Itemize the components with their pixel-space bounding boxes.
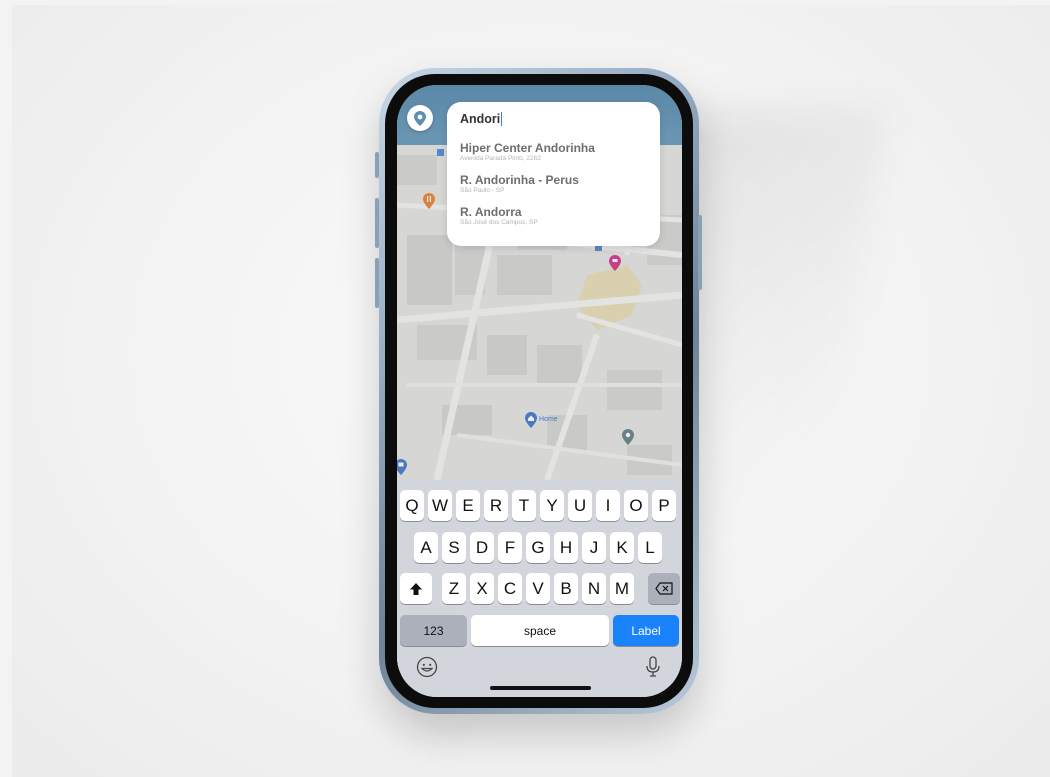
result-subtitle: São Paulo - SP	[460, 187, 505, 194]
key-j[interactable]: J	[582, 532, 606, 563]
key-o[interactable]: O	[624, 490, 648, 521]
key-z[interactable]: Z	[442, 573, 466, 604]
key-l[interactable]: L	[638, 532, 662, 563]
dictation-button[interactable]	[645, 656, 661, 678]
key-y[interactable]: Y	[540, 490, 564, 521]
key-a[interactable]: A	[414, 532, 438, 563]
key-m[interactable]: M	[610, 573, 634, 604]
result-title: Hiper Center Andorinha	[460, 141, 595, 155]
volume-down-button	[375, 258, 379, 308]
result-subtitle: Avenida Parada Pinto, 2262	[460, 155, 541, 162]
key-g[interactable]: G	[526, 532, 550, 563]
key-t[interactable]: T	[512, 490, 536, 521]
backspace-icon	[655, 582, 673, 595]
key-p[interactable]: P	[652, 490, 676, 521]
key-u[interactable]: U	[568, 490, 592, 521]
emoji-button[interactable]	[416, 656, 438, 678]
mute-switch	[375, 152, 379, 178]
microphone-icon	[646, 656, 660, 677]
key-i[interactable]: I	[596, 490, 620, 521]
shift-key[interactable]	[400, 573, 432, 604]
shift-arrow-icon	[410, 582, 422, 595]
phone-screen: Home Andori Hiper Center Andorinha Aveni…	[397, 85, 682, 697]
action-key[interactable]: Label	[613, 615, 679, 646]
key-k[interactable]: K	[610, 532, 634, 563]
result-title: R. Andorra	[460, 205, 522, 219]
key-v[interactable]: V	[526, 573, 550, 604]
key-w[interactable]: W	[428, 490, 452, 521]
key-n[interactable]: N	[582, 573, 606, 604]
numbers-key[interactable]: 123	[400, 615, 467, 646]
space-key[interactable]: space	[471, 615, 609, 646]
key-r[interactable]: R	[484, 490, 508, 521]
search-card: Andori Hiper Center Andorinha Avenida Pa…	[447, 102, 660, 246]
key-e[interactable]: E	[456, 490, 480, 521]
key-x[interactable]: X	[470, 573, 494, 604]
key-s[interactable]: S	[442, 532, 466, 563]
text-caret	[501, 112, 503, 126]
search-query: Andori	[460, 112, 501, 126]
search-result-item[interactable]: Hiper Center Andorinha Avenida Parada Pi…	[460, 141, 647, 163]
backspace-key[interactable]	[648, 573, 680, 604]
volume-up-button	[375, 198, 379, 248]
home-indicator[interactable]	[490, 686, 591, 690]
search-input[interactable]: Andori	[460, 110, 647, 128]
key-q[interactable]: Q	[400, 490, 424, 521]
key-b[interactable]: B	[554, 573, 578, 604]
search-result-item[interactable]: R. Andorra São José dos Campos, SP	[460, 205, 647, 227]
key-f[interactable]: F	[498, 532, 522, 563]
key-d[interactable]: D	[470, 532, 494, 563]
key-h[interactable]: H	[554, 532, 578, 563]
location-button[interactable]	[407, 105, 433, 131]
search-result-item[interactable]: R. Andorinha - Perus São Paulo - SP	[460, 173, 647, 195]
power-button	[698, 215, 702, 290]
result-title: R. Andorinha - Perus	[460, 173, 579, 187]
result-subtitle: São José dos Campos, SP	[460, 219, 538, 226]
key-c[interactable]: C	[498, 573, 522, 604]
location-pin-icon	[414, 110, 426, 126]
emoji-icon	[416, 656, 438, 678]
keyboard: Q W E R T Y U I O P A S D F G H J K L Z …	[397, 480, 682, 697]
